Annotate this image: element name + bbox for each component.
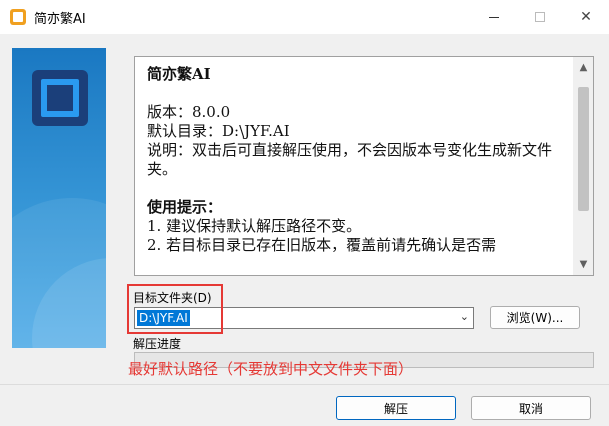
progress-label: 解压进度	[133, 337, 182, 351]
logo-square	[41, 79, 79, 117]
tip-2: 2. 若目标目录已存在旧版本，覆盖前请先确认是否需	[147, 236, 497, 254]
app-logo-icon	[32, 70, 88, 126]
scroll-up-icon[interactable]: ▲	[573, 57, 593, 78]
tip-1: 1. 建议保持默认解压路径不变。	[147, 217, 362, 235]
close-button[interactable]: ✕	[563, 0, 609, 34]
vertical-scrollbar[interactable]: ▲ ▼	[573, 57, 593, 275]
maximize-icon	[535, 12, 545, 22]
version-text: 版本：8.0.0	[147, 103, 231, 121]
annotation-note: 最好默认路径（不要放到中文文件夹下面）	[128, 360, 414, 378]
app-icon	[10, 9, 26, 25]
minimize-button[interactable]	[471, 0, 517, 34]
maximize-button[interactable]	[517, 0, 563, 34]
extract-button[interactable]: 解压	[336, 396, 456, 420]
chevron-down-icon[interactable]: ⌄	[460, 310, 469, 323]
title-bar: 简亦繁AI ✕	[0, 0, 609, 34]
scroll-down-icon[interactable]: ▼	[573, 254, 593, 275]
window-title: 简亦繁AI	[34, 12, 86, 27]
minimize-icon	[489, 16, 499, 18]
banner-panel	[12, 48, 106, 348]
divider	[0, 384, 609, 385]
description-text: 说明：双击后可直接解压使用，不会因版本号变化生成新文件夹。	[147, 141, 553, 178]
default-dir-text: 默认目录：D:\JYF.AI	[147, 122, 290, 140]
highlight-rectangle	[127, 284, 223, 334]
info-text-box[interactable]: 简亦繁AI 版本：8.0.0 默认目录：D:\JYF.AI 说明：双击后可直接解…	[134, 56, 594, 276]
browse-button[interactable]: 浏览(W)...	[490, 306, 580, 329]
tips-heading: 使用提示：	[147, 198, 223, 216]
scroll-thumb[interactable]	[578, 87, 589, 211]
close-icon: ✕	[580, 9, 592, 25]
cancel-button[interactable]: 取消	[471, 396, 591, 420]
info-content: 简亦繁AI 版本：8.0.0 默认目录：D:\JYF.AI 说明：双击后可直接解…	[147, 65, 572, 255]
info-heading: 简亦繁AI	[147, 65, 211, 83]
